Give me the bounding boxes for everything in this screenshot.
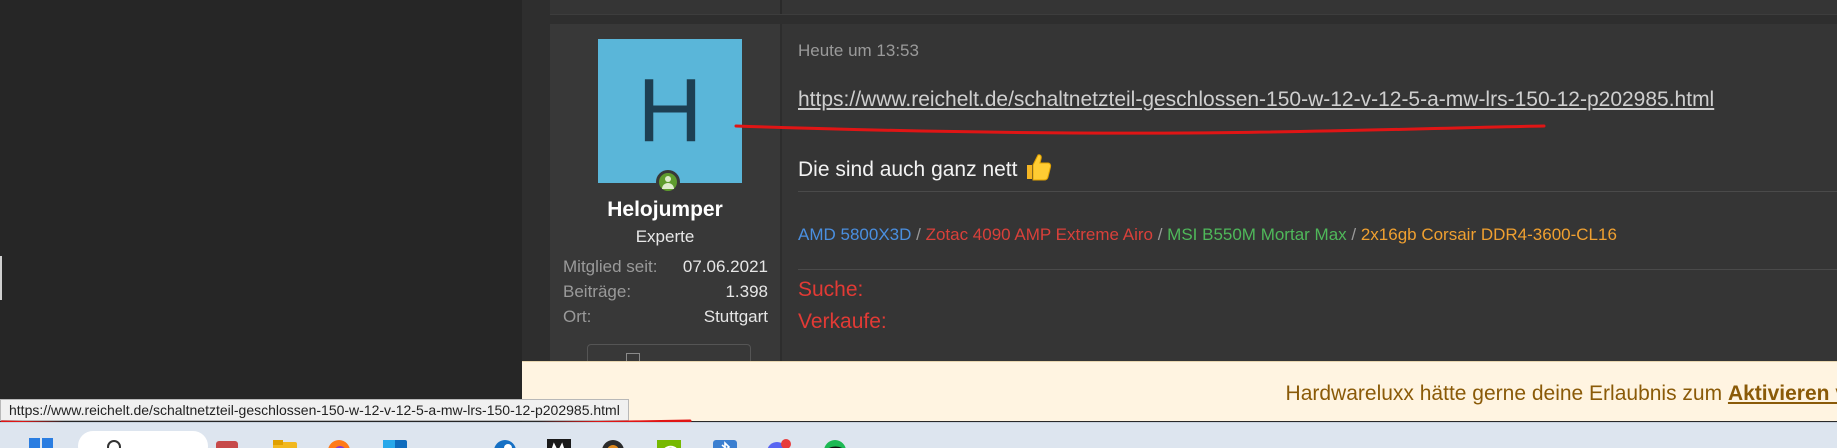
post-link-wrap: https://www.reichelt.de/schaltnetzteil-g…	[798, 88, 1714, 112]
red-underline-annotation	[734, 124, 1546, 135]
windows-start-icon[interactable]	[28, 437, 54, 448]
taskbar	[0, 422, 1837, 448]
user-stats: Mitglied seit: 07.06.2021 Beiträge: 1.39…	[563, 254, 768, 329]
forum-post: H Helojumper Experte Mitglied seit: 07.0…	[550, 24, 1837, 370]
stat-label: Mitglied seit:	[563, 257, 658, 276]
nvidia-icon[interactable]	[656, 437, 682, 448]
outlook-icon[interactable]	[382, 437, 408, 448]
avatar[interactable]: H	[598, 39, 742, 183]
username[interactable]: Helojumper	[550, 198, 780, 222]
column-separator	[780, 24, 782, 361]
stat-value[interactable]: 1.398	[725, 279, 768, 304]
stat-posts: Beiträge: 1.398	[563, 279, 768, 304]
post-timestamp[interactable]: Heute um 13:53	[798, 41, 919, 61]
spotify-icon[interactable]	[822, 437, 848, 448]
sig-slash: /	[1152, 225, 1168, 244]
message-text: Die sind auch ganz nett	[798, 158, 1018, 181]
post-link[interactable]: https://www.reichelt.de/schaltnetzteil-g…	[798, 88, 1714, 111]
signature-specs: AMD 5800X3D / Zotac 4090 AMP Extreme Air…	[798, 225, 1617, 245]
left-gutter	[0, 0, 522, 447]
sig-cpu: AMD 5800X3D	[798, 225, 912, 244]
consent-banner: Hardwareluxx hätte gerne deine Erlaubnis…	[522, 361, 1837, 421]
bluetooth-icon[interactable]	[712, 437, 738, 448]
msi-afterburner-icon[interactable]	[546, 437, 572, 448]
consent-message: Hardwareluxx hätte gerne deine Erlaubnis…	[1285, 382, 1728, 405]
sig-gpu: Zotac 4090 AMP Extreme Airo	[925, 225, 1153, 244]
stat-label: Beiträge:	[563, 282, 632, 301]
stat-label: Ort:	[563, 307, 592, 326]
discord-icon[interactable]	[766, 437, 792, 448]
sig-sell: Verkaufe:	[798, 310, 887, 333]
avatar-letter: H	[637, 61, 703, 161]
post-message: Die sind auch ganz nett	[798, 152, 1053, 188]
user-rank: Experte	[635, 227, 695, 246]
sig-search: Suche:	[798, 278, 864, 301]
sig-ram: 2x16gb Corsair DDR4-3600-CL16	[1360, 225, 1617, 244]
post-content: Heute um 13:53 https://www.reichelt.de/s…	[734, 24, 1837, 361]
online-status-icon	[656, 170, 680, 194]
consent-text: Hardwareluxx hätte gerne deine Erlaubnis…	[1286, 382, 1837, 406]
firefox-icon[interactable]	[326, 437, 352, 448]
stat-value: 07.06.2021	[682, 257, 768, 276]
sig-mainboard: MSI B550M Mortar Max	[1167, 225, 1347, 244]
previous-post	[550, 0, 1837, 15]
obs-icon[interactable]	[600, 437, 626, 448]
column-divider	[780, 0, 782, 14]
user-info-column: H Helojumper Experte Mitglied seit: 07.0…	[550, 24, 780, 370]
forum-thread: H Helojumper Experte Mitglied seit: 07.0…	[522, 0, 1837, 370]
file-explorer-icon[interactable]	[272, 437, 298, 448]
stat-member-since: Mitglied seit: 07.06.2021	[563, 254, 768, 279]
steam-icon[interactable]	[492, 437, 518, 448]
sig-slash: /	[1346, 225, 1361, 244]
window-edge	[0, 256, 2, 300]
taskbar-search[interactable]	[78, 431, 208, 448]
sig-slash: /	[911, 225, 926, 244]
signature-separator	[798, 269, 1837, 270]
stat-value: Stuttgart	[703, 307, 768, 326]
task-view-icon[interactable]	[214, 437, 240, 448]
consent-activate-link[interactable]: Aktivieren v	[1728, 382, 1837, 405]
stat-location: Ort: Stuttgart	[563, 304, 768, 329]
thumbs-up-icon	[1023, 152, 1053, 188]
signature-separator	[798, 191, 1837, 192]
